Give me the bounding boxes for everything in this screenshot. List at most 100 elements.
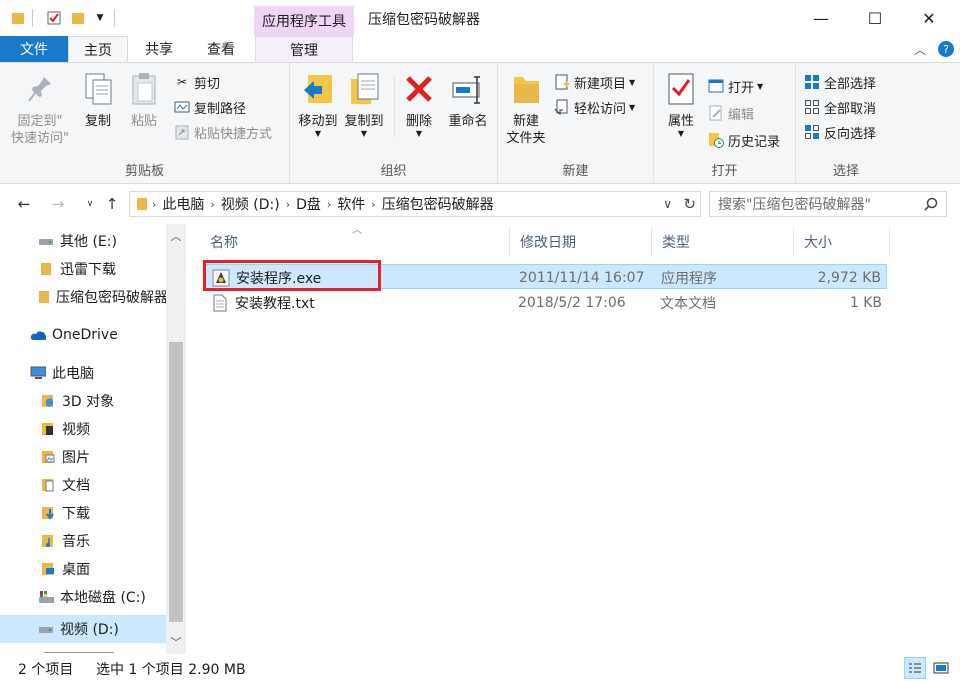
nav-item-label: 文档 bbox=[62, 478, 90, 494]
drive-icon bbox=[38, 621, 54, 637]
column-header-modified[interactable]: 修改日期 bbox=[510, 228, 652, 256]
nav-item-thunder-downloads[interactable]: 迅雷下载 bbox=[0, 255, 166, 283]
paste-button[interactable]: 粘贴 bbox=[124, 71, 164, 130]
cloud-icon bbox=[30, 327, 46, 343]
nav-item-this-pc[interactable]: 此电脑 bbox=[0, 359, 166, 387]
nav-item-drive-d[interactable]: 视频 (D:) bbox=[0, 615, 166, 643]
edit-button[interactable]: 编辑 bbox=[708, 102, 754, 124]
select-all-button[interactable]: 全部选择 bbox=[804, 71, 876, 93]
properties-label: 属性 bbox=[667, 114, 694, 129]
nav-item-drive-e[interactable]: 其他 (E:) bbox=[0, 227, 166, 255]
nav-item-3d-objects[interactable]: 3D 对象 bbox=[0, 387, 166, 415]
chevron-right-icon: › bbox=[152, 197, 157, 211]
new-folder-button[interactable]: 新建 文件夹 bbox=[502, 71, 550, 147]
customize-dropdown-icon[interactable]: ▼ bbox=[92, 10, 108, 26]
breadcrumb-d-folder[interactable]: D盘 bbox=[292, 194, 325, 214]
close-button[interactable]: ✕ bbox=[906, 0, 952, 36]
copy-to-button[interactable]: 复制到 ▼ bbox=[342, 71, 386, 138]
copy-path-button[interactable]: 复制路径 bbox=[174, 96, 246, 118]
folder-3d-icon bbox=[40, 393, 56, 409]
pin-label-line2: 快速访问" bbox=[11, 131, 69, 146]
properties-icon[interactable] bbox=[46, 10, 62, 26]
tab-file[interactable]: 文件 bbox=[0, 36, 68, 62]
back-arrow-icon[interactable]: ← bbox=[14, 194, 34, 214]
properties-button[interactable]: 属性 ▼ bbox=[662, 71, 700, 138]
tab-share[interactable]: 共享 bbox=[128, 36, 190, 62]
window-title: 压缩包密码破解器 bbox=[368, 12, 480, 28]
select-none-icon bbox=[804, 99, 820, 115]
invert-selection-button[interactable]: 反向选择 bbox=[804, 121, 876, 143]
breadcrumb-software[interactable]: 软件 bbox=[333, 194, 369, 214]
breadcrumb-current[interactable]: 压缩包密码破解器 bbox=[378, 194, 498, 214]
tab-home[interactable]: 主页 bbox=[68, 36, 128, 62]
cut-button[interactable]: ✂ 剪切 bbox=[174, 71, 220, 93]
new-folder-icon[interactable] bbox=[70, 10, 86, 26]
history-label: 历史记录 bbox=[728, 134, 781, 150]
downloads-folder-icon bbox=[40, 505, 56, 521]
search-input[interactable]: 搜索"压缩包密码破解器" bbox=[709, 191, 947, 217]
address-dropdown-icon[interactable]: ∨ bbox=[663, 197, 672, 211]
nav-item-label: 下载 bbox=[62, 506, 90, 522]
scrollbar-thumb[interactable] bbox=[169, 342, 183, 622]
nav-item-downloads[interactable]: 下载 bbox=[0, 499, 166, 527]
collapse-ribbon-icon[interactable]: ︿ bbox=[914, 41, 926, 58]
forward-arrow-icon[interactable]: → bbox=[48, 194, 68, 214]
tab-view[interactable]: 查看 bbox=[190, 36, 252, 62]
easy-access-label: 轻松访问 bbox=[574, 101, 627, 117]
nav-scrollbar[interactable]: ︿ ﹀ bbox=[166, 224, 186, 654]
table-row[interactable]: 安装教程.txt 2018/5/2 17:06 文本文档 1 KB bbox=[205, 290, 887, 315]
nav-item-cracker-folder[interactable]: 压缩包密码破解器 bbox=[0, 283, 166, 311]
new-item-icon bbox=[554, 74, 570, 90]
breadcrumb-this-pc[interactable]: 此电脑 bbox=[158, 194, 208, 214]
address-bar[interactable]: › 此电脑 › 视频 (D:) › D盘 › 软件 › 压缩包密码破解器 ∨ ↻ bbox=[129, 191, 701, 217]
help-icon[interactable]: ? bbox=[938, 41, 954, 57]
minimize-button[interactable]: — bbox=[798, 0, 844, 36]
up-arrow-icon[interactable]: ↑ bbox=[102, 194, 122, 214]
copy-icon bbox=[81, 71, 115, 107]
large-icons-view-icon[interactable] bbox=[930, 657, 952, 679]
new-item-button[interactable]: 新建项目 ▼ bbox=[554, 71, 635, 93]
move-to-button[interactable]: 移动到 ▼ bbox=[296, 71, 340, 138]
select-none-button[interactable]: 全部取消 bbox=[804, 96, 876, 118]
nav-item-documents[interactable]: 文档 bbox=[0, 471, 166, 499]
organize-group-label: 组织 bbox=[380, 164, 407, 179]
recent-locations-icon[interactable]: ∨ bbox=[80, 194, 100, 214]
scroll-down-icon[interactable]: ﹀ bbox=[166, 632, 186, 652]
easy-access-button[interactable]: 轻松访问 ▼ bbox=[554, 96, 635, 118]
nav-item-videos[interactable]: 视频 bbox=[0, 415, 166, 443]
refresh-icon[interactable]: ↻ bbox=[683, 195, 696, 213]
nav-item-desktop[interactable]: 桌面 bbox=[0, 555, 166, 583]
copy-button[interactable]: 复制 bbox=[78, 71, 118, 130]
column-header-type[interactable]: 类型 bbox=[652, 228, 794, 256]
paste-shortcut-button[interactable]: 粘贴快捷方式 bbox=[174, 121, 272, 143]
maximize-button[interactable]: ☐ bbox=[852, 0, 898, 36]
nav-item-label: OneDrive bbox=[52, 327, 118, 343]
invert-selection-icon bbox=[804, 124, 820, 140]
chevron-right-icon: › bbox=[371, 197, 376, 211]
history-button[interactable]: 历史记录 bbox=[708, 129, 780, 151]
nav-item-label: 此电脑 bbox=[52, 366, 94, 382]
nav-item-music[interactable]: 音乐 bbox=[0, 527, 166, 555]
rename-button[interactable]: 重命名 bbox=[442, 71, 494, 130]
column-header-name[interactable]: 名称 bbox=[200, 228, 510, 256]
open-button[interactable]: 打开 ▼ bbox=[708, 75, 763, 97]
breadcrumb-drive-d[interactable]: 视频 (D:) bbox=[217, 194, 284, 214]
delete-button[interactable]: 删除 ▼ bbox=[400, 71, 438, 138]
pin-quick-access-button[interactable]: 固定到" 快速访问" bbox=[6, 71, 74, 147]
search-icon[interactable] bbox=[924, 197, 938, 211]
scroll-up-icon[interactable]: ︿ bbox=[166, 226, 186, 246]
nav-item-drive-c[interactable]: 本地磁盘 (C:) bbox=[0, 583, 166, 611]
select-group: 全部选择 全部取消 反向选择 选择 bbox=[796, 63, 896, 183]
tab-manage[interactable]: 管理 bbox=[255, 36, 353, 62]
nav-item-pictures[interactable]: 图片 bbox=[0, 443, 166, 471]
copy-label: 复制 bbox=[84, 114, 111, 129]
cut-label: 剪切 bbox=[194, 76, 221, 92]
open-icon bbox=[708, 78, 724, 94]
chevron-right-icon: › bbox=[210, 197, 215, 211]
column-header-size[interactable]: 大小 bbox=[794, 228, 890, 256]
details-view-icon[interactable] bbox=[904, 657, 926, 679]
delete-label: 删除 bbox=[405, 114, 432, 129]
new-folder-icon bbox=[509, 71, 543, 107]
nav-item-onedrive[interactable]: OneDrive bbox=[0, 321, 166, 349]
ribbon: 固定到" 快速访问" 复制 粘贴 ✂ 剪切 复制路径 粘贴快捷方式 剪贴板 移动… bbox=[0, 62, 960, 184]
